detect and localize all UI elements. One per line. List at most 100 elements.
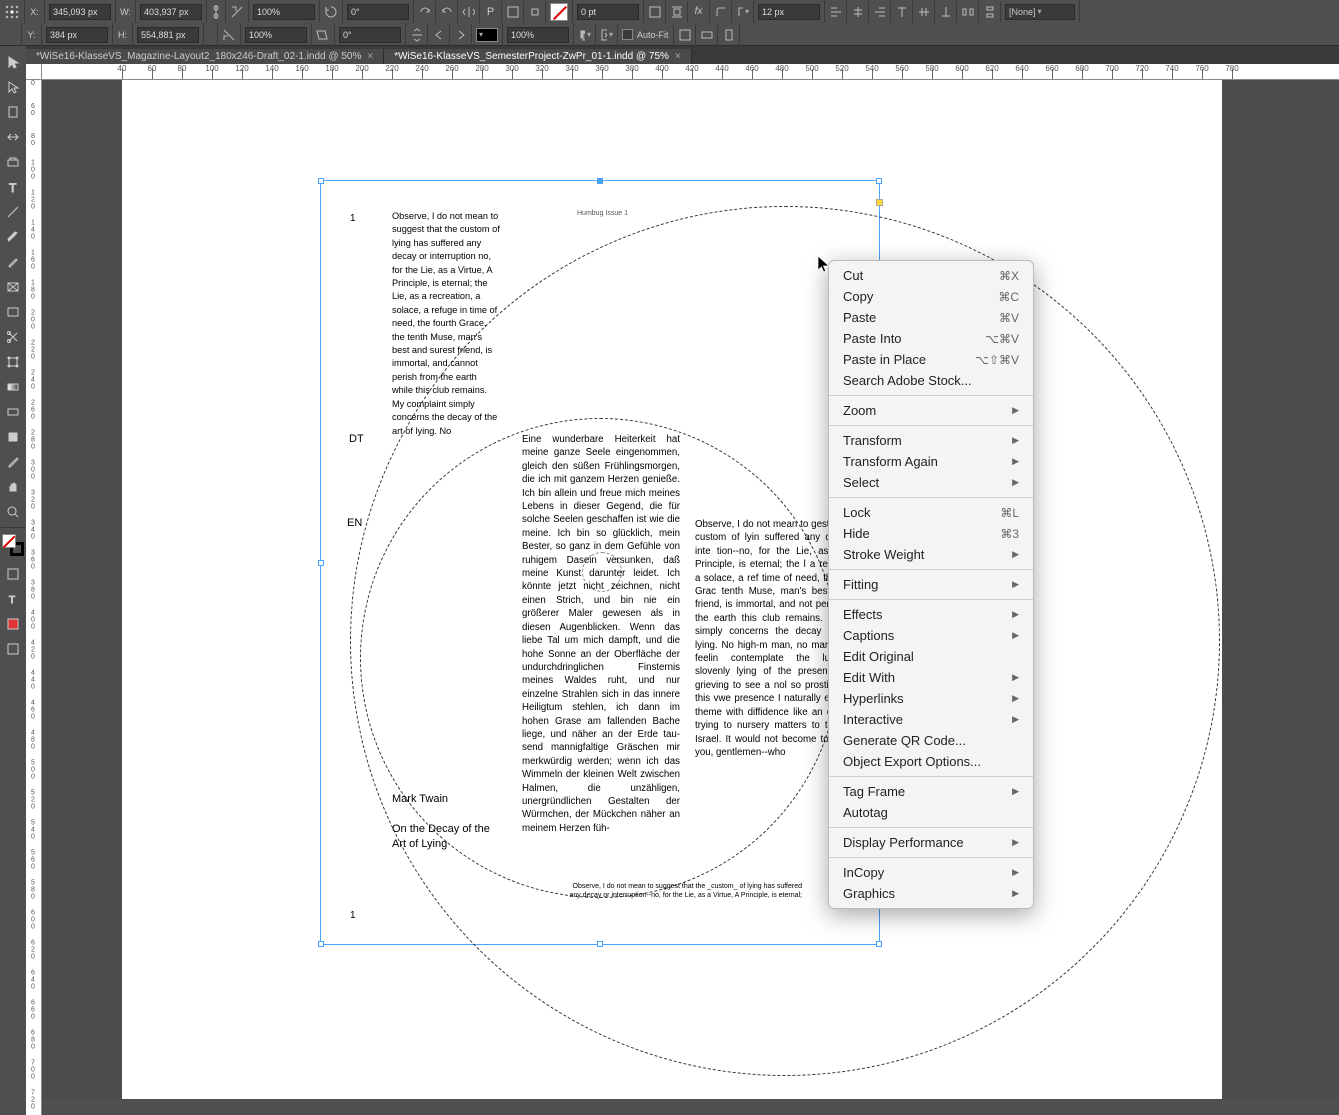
- pen-tool-icon[interactable]: [1, 225, 25, 249]
- align-bottom-icon[interactable]: [935, 1, 957, 23]
- w-field[interactable]: [140, 4, 202, 20]
- scale-x-field[interactable]: [253, 4, 315, 20]
- pencil-tool-icon[interactable]: [1, 250, 25, 274]
- frame-fitting-2-icon[interactable]: [696, 24, 718, 46]
- frame-fitting-3-icon[interactable]: [718, 24, 740, 46]
- ctx-generate-qr[interactable]: Generate QR Code...: [829, 730, 1033, 751]
- align-left-icon[interactable]: [825, 1, 847, 23]
- ref-point-grid[interactable]: [0, 0, 25, 23]
- ctx-hyperlinks[interactable]: Hyperlinks: [829, 688, 1033, 709]
- align-right-icon[interactable]: [869, 1, 891, 23]
- constrain-icon[interactable]: [207, 0, 226, 23]
- rectangle-frame-tool-icon[interactable]: [1, 275, 25, 299]
- drop-shadow-icon[interactable]: [574, 24, 596, 46]
- shear-field[interactable]: [339, 27, 401, 43]
- scale-y-field[interactable]: [245, 27, 307, 43]
- ctx-display-performance[interactable]: Display Performance: [829, 832, 1033, 853]
- gradient-feather-tool-icon[interactable]: [1, 400, 25, 424]
- gradient-swatch-tool-icon[interactable]: [1, 375, 25, 399]
- distribute-h-icon[interactable]: [957, 1, 979, 23]
- corner-options-handle[interactable]: [876, 199, 883, 206]
- fitting-dd-icon[interactable]: [596, 24, 618, 46]
- zoom-tool-icon[interactable]: [1, 500, 25, 524]
- ctx-stroke-weight[interactable]: Stroke Weight: [829, 544, 1033, 565]
- align-vcenter-icon[interactable]: [913, 1, 935, 23]
- frame-fitting-1-icon[interactable]: [674, 24, 696, 46]
- ctx-paste-into[interactable]: Paste Into⌥⌘V: [829, 328, 1033, 349]
- resize-handle-sw[interactable]: [318, 941, 324, 947]
- view-mode-normal-icon[interactable]: [1, 637, 25, 661]
- fx-icon[interactable]: fx: [688, 1, 710, 23]
- page-tool-icon[interactable]: [1, 100, 25, 124]
- horizontal-ruler[interactable]: 4060801001201401601802002202402602803003…: [42, 64, 1339, 80]
- ctx-effects[interactable]: Effects: [829, 604, 1033, 625]
- ctx-copy[interactable]: Copy⌘C: [829, 286, 1033, 307]
- ctx-transform[interactable]: Transform: [829, 430, 1033, 451]
- align-top-icon[interactable]: [891, 1, 913, 23]
- ctx-captions[interactable]: Captions: [829, 625, 1033, 646]
- text-wrap-none-icon[interactable]: [644, 1, 666, 23]
- ctx-hide[interactable]: Hide⌘3: [829, 523, 1033, 544]
- corner-options-icon[interactable]: [710, 1, 732, 23]
- stroke-style-dropdown[interactable]: [476, 28, 498, 42]
- eyedropper-tool-icon[interactable]: [1, 450, 25, 474]
- format-text-icon[interactable]: T: [1, 587, 25, 611]
- canvas[interactable]: Humbug Issue 1 1 1 DT EN Observe, I do n…: [42, 80, 1339, 1115]
- ctx-tag-frame[interactable]: Tag Frame: [829, 781, 1033, 802]
- rotate-ccw-icon[interactable]: [436, 1, 458, 23]
- ctx-zoom[interactable]: Zoom: [829, 400, 1033, 421]
- stroke-weight-field[interactable]: [577, 4, 639, 20]
- x-field[interactable]: [49, 4, 111, 20]
- close-tab-icon[interactable]: ×: [675, 51, 681, 62]
- content-collector-icon[interactable]: [1, 150, 25, 174]
- ctx-cut[interactable]: Cut⌘X: [829, 265, 1033, 286]
- document-tab-2[interactable]: *WiSe16-KlasseVS_SemesterProject-ZwPr_01…: [384, 49, 692, 64]
- document-tab-1[interactable]: *WiSe16-KlasseVS_Magazine-Layout2_180x24…: [26, 49, 384, 64]
- free-transform-tool-icon[interactable]: [1, 350, 25, 374]
- ctx-fitting[interactable]: Fitting: [829, 574, 1033, 595]
- fill-stroke-swatch[interactable]: [2, 534, 24, 556]
- select-content-icon[interactable]: [524, 1, 546, 23]
- ctx-object-export[interactable]: Object Export Options...: [829, 751, 1033, 772]
- ctx-lock[interactable]: Lock⌘L: [829, 502, 1033, 523]
- resize-handle-nw[interactable]: [318, 178, 324, 184]
- h-field[interactable]: [137, 27, 199, 43]
- ctx-transform-again[interactable]: Transform Again: [829, 451, 1033, 472]
- p-icon[interactable]: P: [480, 1, 502, 23]
- ctx-edit-original[interactable]: Edit Original: [829, 646, 1033, 667]
- rectangle-tool-icon[interactable]: [1, 300, 25, 324]
- note-tool-icon[interactable]: [1, 425, 25, 449]
- rotate-field[interactable]: [347, 4, 409, 20]
- text-wrap-bbox-icon[interactable]: [666, 1, 688, 23]
- opacity-field[interactable]: [507, 27, 569, 43]
- distribute-v-icon[interactable]: [979, 1, 1001, 23]
- resize-handle-n[interactable]: [597, 178, 603, 184]
- ctx-paste-in-place[interactable]: Paste in Place⌥⇧⌘V: [829, 349, 1033, 370]
- ruler-origin[interactable]: [26, 64, 42, 80]
- ctx-interactive[interactable]: Interactive: [829, 709, 1033, 730]
- scissors-tool-icon[interactable]: [1, 325, 25, 349]
- style-dropdown[interactable]: [None]: [1005, 4, 1075, 20]
- selection-tool-icon[interactable]: [1, 50, 25, 74]
- direct-selection-tool-icon[interactable]: [1, 75, 25, 99]
- line-tool-icon[interactable]: [1, 200, 25, 224]
- flip-v-icon[interactable]: [406, 24, 428, 46]
- select-container-icon[interactable]: [502, 1, 524, 23]
- apply-color-icon[interactable]: [1, 612, 25, 636]
- format-container-icon[interactable]: [1, 562, 25, 586]
- select-next-icon[interactable]: [450, 24, 472, 46]
- corner-shape-icon[interactable]: [732, 1, 754, 23]
- fill-swatch[interactable]: [550, 3, 568, 21]
- y-field[interactable]: [46, 27, 108, 43]
- corner-radius-field[interactable]: [758, 4, 820, 20]
- ctx-incopy[interactable]: InCopy: [829, 862, 1033, 883]
- ctx-search-stock[interactable]: Search Adobe Stock...: [829, 370, 1033, 391]
- ctx-autotag[interactable]: Autotag: [829, 802, 1033, 823]
- resize-handle-ne[interactable]: [876, 178, 882, 184]
- gap-tool-icon[interactable]: [1, 125, 25, 149]
- resize-handle-w[interactable]: [318, 560, 324, 566]
- align-hcenter-icon[interactable]: [847, 1, 869, 23]
- rotate-cw-icon[interactable]: [414, 1, 436, 23]
- ctx-graphics[interactable]: Graphics: [829, 883, 1033, 904]
- type-tool-icon[interactable]: T: [1, 175, 25, 199]
